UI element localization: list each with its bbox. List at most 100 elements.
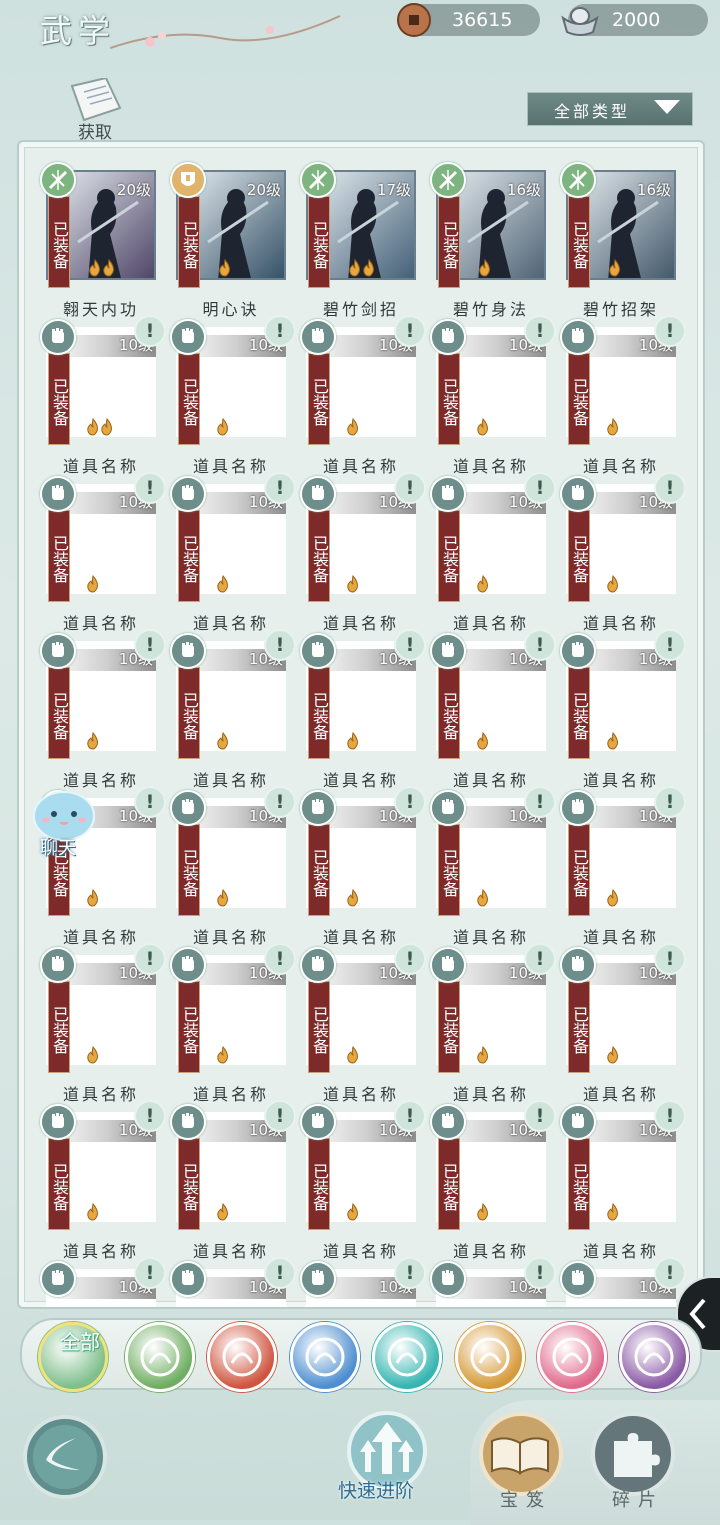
skill-card[interactable]: 10级 已装备! 道具名称 <box>560 786 686 953</box>
skill-card[interactable]: 16级 已装备 碧竹身法 <box>430 162 546 325</box>
manual-book-button[interactable] <box>478 1411 564 1497</box>
back-button[interactable] <box>22 1414 108 1500</box>
upgrade-alert-icon[interactable]: ! <box>394 1257 426 1289</box>
upgrade-alert-icon[interactable]: ! <box>524 943 556 975</box>
upgrade-alert-icon[interactable]: ! <box>394 786 426 818</box>
category-water-button[interactable] <box>290 1322 360 1392</box>
upgrade-alert-icon[interactable]: ! <box>524 629 556 661</box>
upgrade-alert-icon[interactable]: ! <box>134 1100 166 1132</box>
upgrade-alert-icon[interactable]: ! <box>264 315 296 347</box>
upgrade-alert-icon[interactable]: ! <box>264 1257 296 1289</box>
flame-icon <box>88 258 102 277</box>
obtain-button[interactable]: 获取 <box>62 76 128 143</box>
upgrade-alert-icon[interactable]: ! <box>524 1257 556 1289</box>
category-butterfly-button[interactable] <box>372 1322 442 1392</box>
skill-card[interactable]: 20级 已装备 明心诀 <box>170 162 286 325</box>
upgrade-alert-icon[interactable]: ! <box>654 1100 686 1132</box>
upgrade-alert-icon[interactable]: ! <box>394 472 426 504</box>
category-bamboo-button[interactable] <box>125 1322 195 1392</box>
skill-grade-flames <box>348 258 376 277</box>
skill-card[interactable]: 10级 已装备! 道具名称 <box>430 786 556 953</box>
skill-card[interactable]: 17级 已装备 碧竹剑招 <box>300 162 416 325</box>
skill-card[interactable]: 10级 ! <box>40 1257 166 1307</box>
skill-card[interactable]: 10级 已装备! 道具名称 <box>170 629 296 796</box>
upgrade-alert-icon[interactable]: ! <box>524 315 556 347</box>
skill-card[interactable]: 10级 ! <box>170 1257 296 1307</box>
skill-card[interactable]: 10级 已装备! 道具名称 <box>560 315 686 482</box>
skill-list-panel[interactable]: 20级 已装备 翱天内功 20级 已装备 明心诀 17级 已装备 碧竹剑招 16级 已装备 碧竹… <box>17 140 705 1309</box>
skill-card[interactable]: 10级 已装备! 道具名称 <box>40 315 166 482</box>
category-fire-button[interactable] <box>207 1322 277 1392</box>
upgrade-alert-icon[interactable]: ! <box>134 629 166 661</box>
skill-card[interactable]: 10级 已装备! 道具名称 <box>560 629 686 796</box>
upgrade-alert-icon[interactable]: ! <box>524 472 556 504</box>
upgrade-alert-icon[interactable]: ! <box>134 786 166 818</box>
skill-card[interactable]: 10级 已装备! 道具名称 <box>560 943 686 1110</box>
flame-icon <box>346 1202 360 1221</box>
equipped-tag: 已装备 <box>308 353 330 445</box>
skill-grade-flames <box>86 417 114 436</box>
skill-card[interactable]: 10级 已装备! 道具名称 <box>300 943 426 1110</box>
skill-card[interactable]: 10级 已装备! 道具名称 <box>300 472 426 639</box>
flame-icon <box>606 1045 620 1064</box>
skill-card[interactable]: 10级 ! <box>430 1257 556 1307</box>
fist-type-icon <box>170 476 206 512</box>
skill-card[interactable]: 10级 已装备! 道具名称 <box>430 629 556 796</box>
skill-card[interactable]: 10级 ! <box>560 1257 686 1307</box>
skill-card[interactable]: 10级 已装备! 道具名称 <box>560 472 686 639</box>
upgrade-alert-icon[interactable]: ! <box>654 629 686 661</box>
skill-card[interactable]: 10级 已装备! 道具名称 <box>170 472 296 639</box>
skill-card[interactable]: 20级 已装备 翱天内功 <box>40 162 156 325</box>
skill-card[interactable]: 10级 已装备! 道具名称 <box>170 943 296 1110</box>
category-shield-button[interactable] <box>455 1322 525 1392</box>
skill-card[interactable]: 10级 已装备! 道具名称 <box>430 943 556 1110</box>
skill-card[interactable]: 10级 已装备! 道具名称 <box>40 629 166 796</box>
upgrade-alert-icon[interactable]: ! <box>654 315 686 347</box>
skill-card[interactable]: 16级 已装备 碧竹招架 <box>560 162 676 325</box>
upgrade-alert-icon[interactable]: ! <box>264 943 296 975</box>
skill-card[interactable]: 10级 已装备! 道具名称 <box>40 1100 166 1267</box>
upgrade-alert-icon[interactable]: ! <box>264 472 296 504</box>
upgrade-alert-icon[interactable]: ! <box>524 1100 556 1132</box>
category-rose-button[interactable] <box>619 1322 689 1392</box>
upgrade-alert-icon[interactable]: ! <box>654 472 686 504</box>
fragments-button[interactable] <box>590 1411 676 1497</box>
chat-button[interactable]: 聊天 <box>26 790 102 864</box>
skill-card[interactable]: 10级 已装备! 道具名称 <box>430 315 556 482</box>
skill-card[interactable]: 10级 已装备! 道具名称 <box>170 1100 296 1267</box>
skill-card[interactable]: 10级 已装备! 道具名称 <box>300 629 426 796</box>
upgrade-alert-icon[interactable]: ! <box>524 786 556 818</box>
skill-name: 碧竹身法 <box>452 300 529 319</box>
upgrade-alert-icon[interactable]: ! <box>394 315 426 347</box>
flame-icon <box>606 574 620 593</box>
category-all-label: 全部 <box>60 1330 100 1354</box>
upgrade-alert-icon[interactable]: ! <box>654 943 686 975</box>
skill-card[interactable]: 10级 已装备! 道具名称 <box>300 1100 426 1267</box>
upgrade-alert-icon[interactable]: ! <box>134 315 166 347</box>
category-moon-button[interactable] <box>537 1322 607 1392</box>
skill-card[interactable]: 10级 已装备! 道具名称 <box>300 786 426 953</box>
upgrade-alert-icon[interactable]: ! <box>134 472 166 504</box>
upgrade-alert-icon[interactable]: ! <box>134 943 166 975</box>
skill-card[interactable]: 10级 已装备! 道具名称 <box>40 943 166 1110</box>
skill-card[interactable]: 10级 已装备! 道具名称 <box>300 315 426 482</box>
upgrade-alert-icon[interactable]: ! <box>264 1100 296 1132</box>
skill-card[interactable]: 10级 已装备! 道具名称 <box>560 1100 686 1267</box>
skill-card[interactable]: 10级 已装备! 道具名称 <box>430 1100 556 1267</box>
skill-card[interactable]: 10级 已装备! 道具名称 <box>170 786 296 953</box>
upgrade-alert-icon[interactable]: ! <box>394 629 426 661</box>
skill-card[interactable]: 10级 已装备! 道具名称 <box>430 472 556 639</box>
upgrade-alert-icon[interactable]: ! <box>394 1100 426 1132</box>
upgrade-alert-icon[interactable]: ! <box>654 786 686 818</box>
fist-type-icon <box>430 1104 466 1140</box>
upgrade-alert-icon[interactable]: ! <box>264 629 296 661</box>
upgrade-alert-icon[interactable]: ! <box>264 786 296 818</box>
skill-card[interactable]: 10级 已装备! 道具名称 <box>170 315 296 482</box>
skill-card[interactable]: 10级 ! <box>300 1257 426 1307</box>
equipped-tag: 已装备 <box>568 824 590 916</box>
type-filter-dropdown[interactable]: 全部类型 <box>527 92 693 126</box>
skill-card[interactable]: 10级 已装备! 道具名称 <box>40 472 166 639</box>
upgrade-alert-icon[interactable]: ! <box>654 1257 686 1289</box>
upgrade-alert-icon[interactable]: ! <box>394 943 426 975</box>
upgrade-alert-icon[interactable]: ! <box>134 1257 166 1289</box>
